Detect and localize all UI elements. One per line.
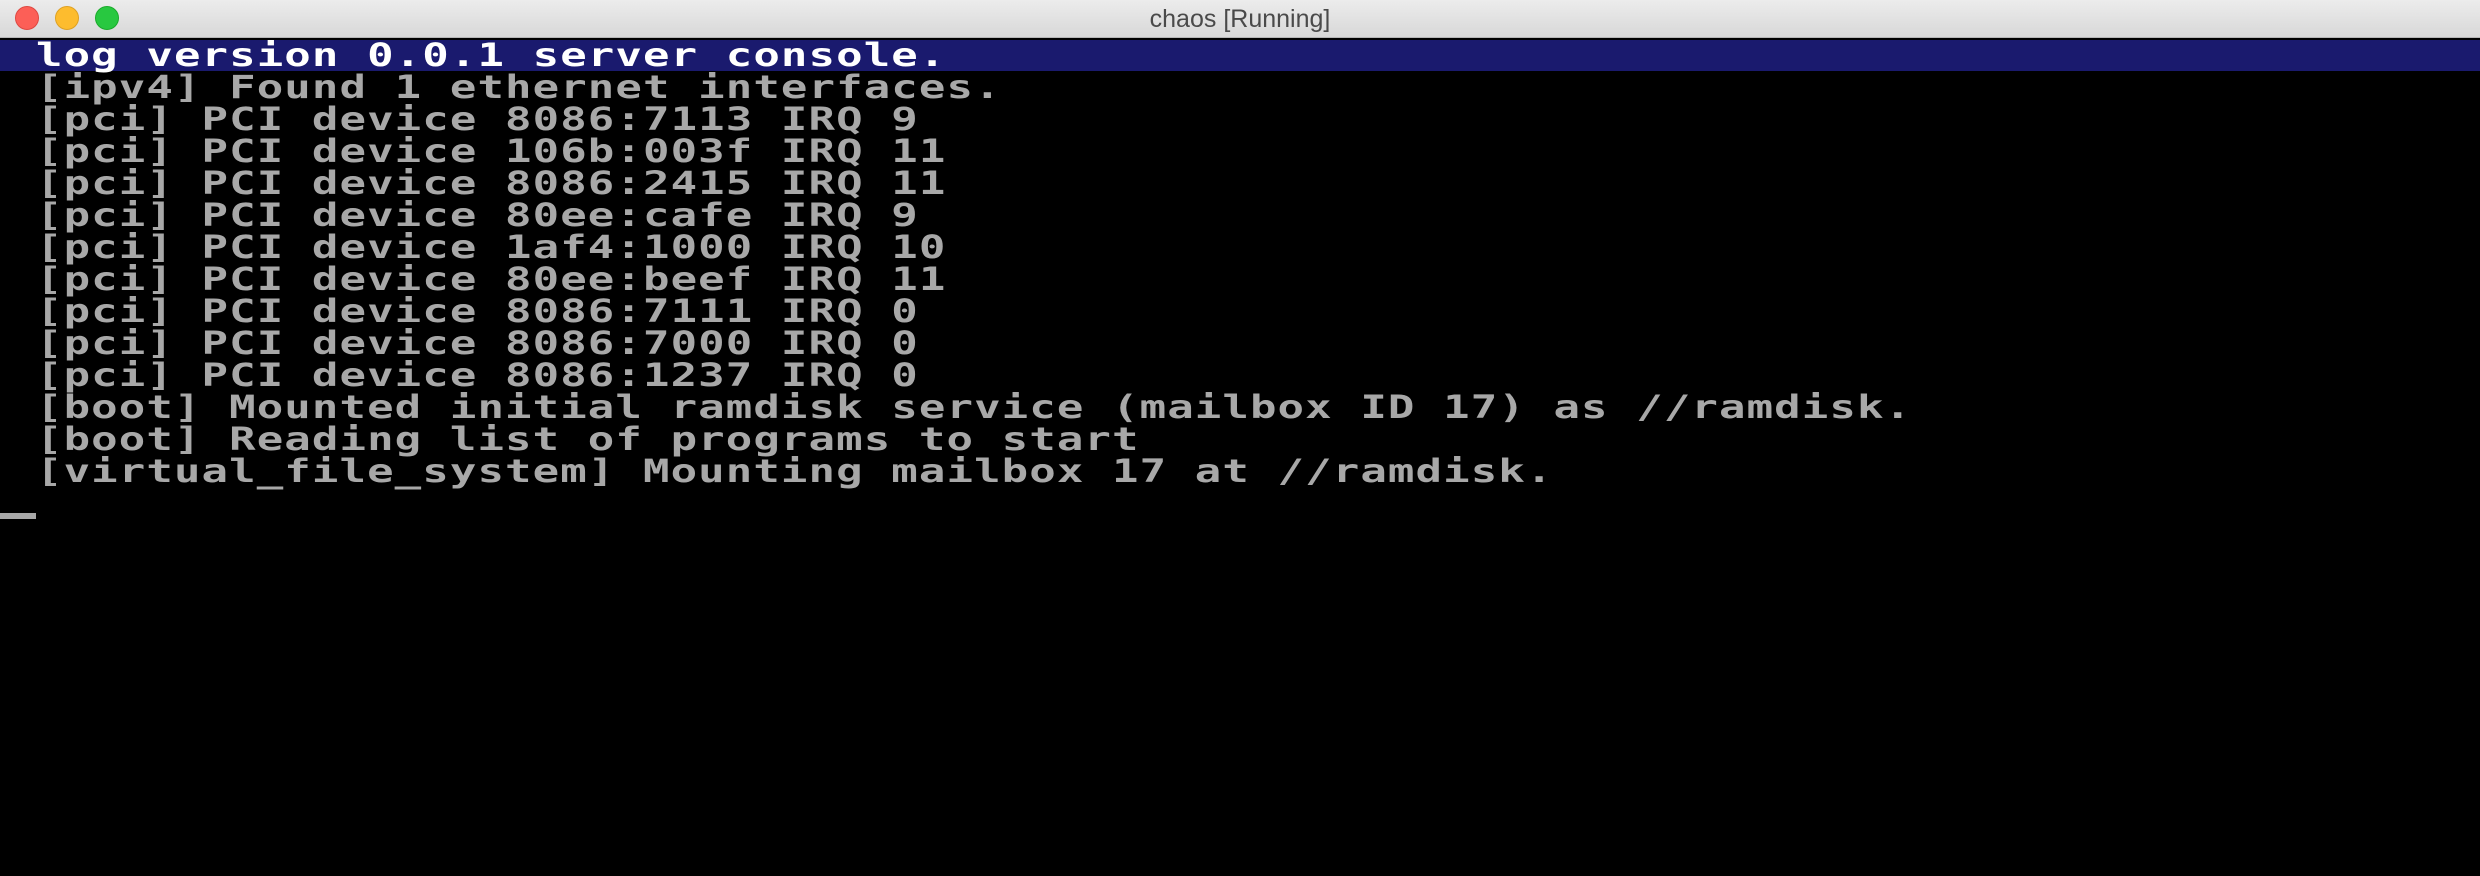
log-line: [pci] PCI device 80ee:cafe IRQ 9 — [36, 197, 919, 234]
log-line: [boot] Reading list of programs to start — [36, 421, 1140, 458]
log-line: [ipv4] Found 1 ethernet interfaces. — [36, 69, 1002, 106]
log-line: [pci] PCI device 1af4:1000 IRQ 10 — [36, 229, 947, 266]
log-line: [pci] PCI device 8086:7111 IRQ 0 — [36, 293, 919, 330]
log-line: [boot] Mounted initial ramdisk service (… — [36, 389, 1913, 426]
console-screen[interactable]: log version 0.0.1 server console. [ipv4]… — [0, 38, 2480, 876]
console-header-text: log version 0.0.1 server console. — [36, 37, 947, 74]
log-line: [pci] PCI device 8086:7113 IRQ 9 — [36, 101, 919, 138]
log-line: [pci] PCI device 8086:1237 IRQ 0 — [36, 357, 919, 394]
vm-window: chaos [Running] log version 0.0.1 server… — [0, 0, 2480, 876]
log-line: [pci] PCI device 8086:2415 IRQ 11 — [36, 165, 947, 202]
title-bar[interactable]: chaos [Running] — [0, 0, 2480, 38]
log-line: [pci] PCI device 8086:7000 IRQ 0 — [36, 325, 919, 362]
window-title: chaos [Running] — [1149, 5, 1331, 33]
log-line: [pci] PCI device 80ee:beef IRQ 11 — [36, 261, 947, 298]
log-line: [virtual_file_system] Mounting mailbox 1… — [36, 453, 1554, 490]
log-line: [pci] PCI device 106b:003f IRQ 11 — [36, 133, 947, 170]
text-cursor — [0, 513, 36, 519]
